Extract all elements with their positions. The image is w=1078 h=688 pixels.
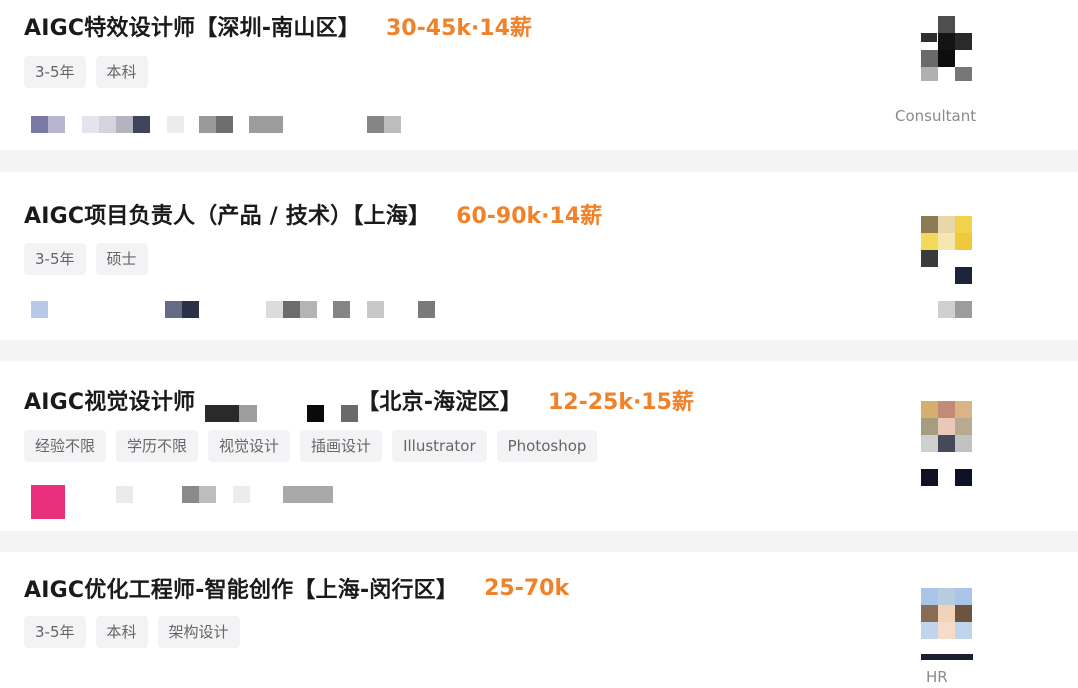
job-title[interactable]: AIGC优化工程师-智能创作【上海-闵行区】 xyxy=(24,572,458,604)
job-title-row: AIGC项目负责人（产品 / 技术）【上海】 60-90k·14薪 xyxy=(24,198,602,230)
job-tags: 经验不限 学历不限 视觉设计 插画设计 Illustrator Photosho… xyxy=(24,430,598,462)
job-card[interactable]: AIGC特效设计师【深圳-南山区】 30-45k·14薪 3-5年 本科 Con… xyxy=(0,0,1078,150)
job-title[interactable]: AIGC特效设计师【深圳-南山区】 xyxy=(24,10,360,42)
recruiter-avatar[interactable] xyxy=(921,216,973,318)
job-salary: 60-90k·14薪 xyxy=(456,204,603,229)
job-tag: 本科 xyxy=(95,56,148,88)
job-tag: 架构设计 xyxy=(157,616,240,648)
job-card[interactable]: AIGC视觉设计师 【北京-海淀区】 12-25k·15薪 经验不限 学历不限 … xyxy=(0,361,1078,531)
job-salary: 30-45k·14薪 xyxy=(385,16,532,41)
job-tag: Illustrator xyxy=(392,430,487,462)
job-tag: 学历不限 xyxy=(116,430,199,462)
job-salary: 25-70k xyxy=(484,575,570,601)
job-tags: 3-5年 本科 xyxy=(24,56,148,88)
job-tag: 硕士 xyxy=(95,243,148,275)
job-card[interactable]: AIGC优化工程师-智能创作【上海-闵行区】 25-70k 3-5年 本科 架构… xyxy=(0,552,1078,688)
recruiter-label: Consultant xyxy=(895,107,977,125)
job-title-row: AIGC特效设计师【深圳-南山区】 30-45k·14薪 xyxy=(24,10,532,42)
job-title-row: AIGC视觉设计师 【北京-海淀区】 12-25k·15薪 xyxy=(24,384,694,422)
job-tag: 3-5年 xyxy=(24,243,86,275)
job-tag: 3-5年 xyxy=(24,616,86,648)
job-tags: 3-5年 本科 架构设计 xyxy=(24,616,240,648)
job-tags: 3-5年 硕士 xyxy=(24,243,148,275)
job-tag: 经验不限 xyxy=(24,430,107,462)
job-salary: 12-25k·15薪 xyxy=(547,390,694,415)
job-title-redacted xyxy=(195,389,359,422)
job-card[interactable]: AIGC项目负责人（产品 / 技术）【上海】 60-90k·14薪 3-5年 硕… xyxy=(0,172,1078,340)
job-tag: 视觉设计 xyxy=(208,430,291,462)
recruiter-avatar[interactable] xyxy=(921,401,973,486)
job-tag: 本科 xyxy=(95,616,148,648)
job-tag: 3-5年 xyxy=(24,56,86,88)
job-title-row: AIGC优化工程师-智能创作【上海-闵行区】 25-70k xyxy=(24,572,569,604)
job-location: 【北京-海淀区】 xyxy=(357,390,522,415)
recruiter-avatar[interactable] xyxy=(921,588,973,660)
job-tag: Photoshop xyxy=(496,430,598,462)
recruiter-avatar[interactable] xyxy=(921,16,973,81)
job-title[interactable]: AIGC视觉设计师 xyxy=(24,384,195,416)
recruiter-label: HR xyxy=(926,668,948,686)
job-title[interactable]: AIGC项目负责人（产品 / 技术）【上海】 xyxy=(24,198,430,230)
job-tag: 插画设计 xyxy=(300,430,383,462)
